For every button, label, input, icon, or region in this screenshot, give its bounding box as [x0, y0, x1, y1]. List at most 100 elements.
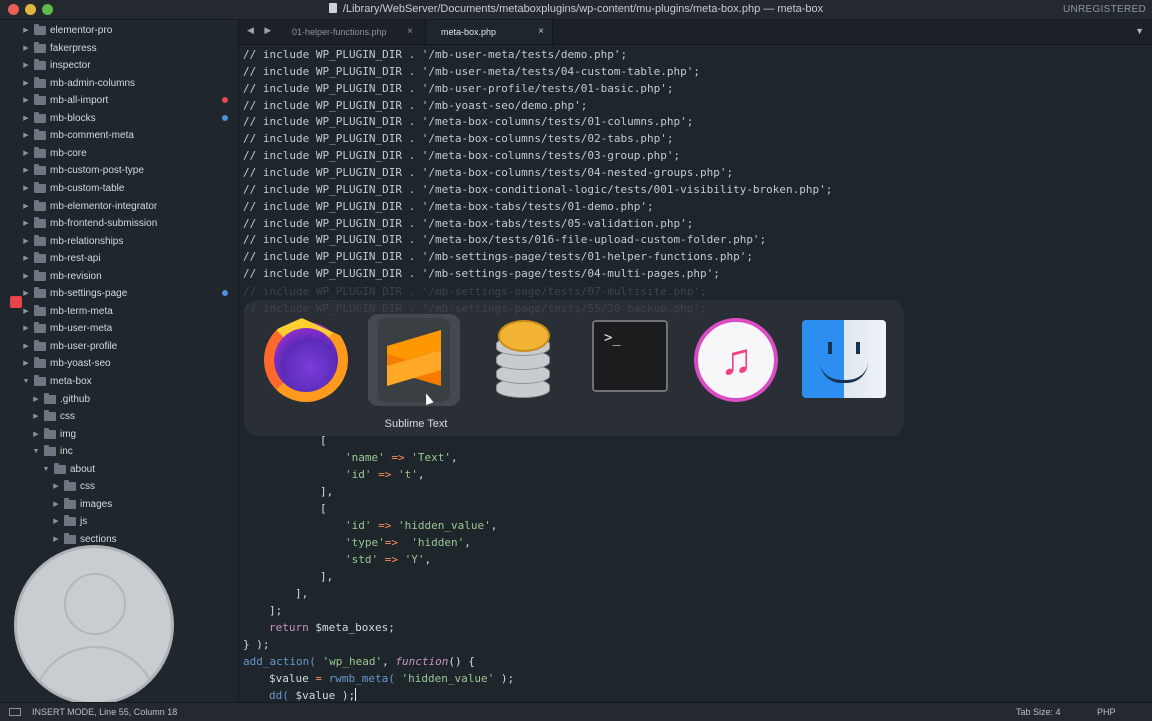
chevron-right-icon[interactable]: ▶: [22, 145, 30, 162]
sidebar-item[interactable]: ▶ mb-all-import: [0, 92, 238, 109]
sidebar-item[interactable]: ▶ mb-term-meta: [0, 303, 238, 320]
chevron-right-icon[interactable]: ▶: [22, 268, 30, 285]
chevron-right-icon[interactable]: ▶: [22, 250, 30, 267]
folder-icon: [34, 24, 46, 35]
chevron-right-icon[interactable]: ▶: [22, 127, 30, 144]
sidebar-item[interactable]: ▶ mb-core: [0, 145, 238, 162]
folder-icon: [34, 76, 46, 88]
tab-dropdown-icon[interactable]: ▼: [1135, 26, 1144, 36]
sidebar-item[interactable]: ▶ mb-custom-table: [0, 180, 238, 197]
chevron-right-icon[interactable]: ▶: [22, 92, 30, 109]
chevron-down-icon[interactable]: ▼: [22, 373, 30, 390]
finder-icon[interactable]: [794, 314, 886, 406]
chevron-right-icon[interactable]: ▶: [32, 391, 40, 408]
sidebar-item[interactable]: ▶ img: [0, 426, 238, 443]
sidebar-item[interactable]: ▶ mb-comment-meta: [0, 127, 238, 144]
sidebar-item[interactable]: ▶ mb-yoast-seo: [0, 355, 238, 372]
code-line: dd( $value );: [269, 688, 357, 702]
sidebar-item[interactable]: ▶ mb-rest-api: [0, 250, 238, 267]
sidebar-item[interactable]: ▶ mb-user-meta: [0, 320, 238, 337]
terminal-icon[interactable]: >_: [584, 314, 676, 406]
sidebar-item[interactable]: ▶ images: [0, 496, 238, 513]
sidebar-item[interactable]: ▶ css: [0, 478, 238, 495]
sidebar-item[interactable]: ▶ js: [0, 513, 238, 530]
sidebar-item[interactable]: ▶ mb-frontend-submission: [0, 215, 238, 232]
code-line: // include WP_PLUGIN_DIR . '/mb-user-pro…: [243, 81, 674, 95]
chevron-right-icon[interactable]: ▶: [52, 496, 60, 513]
code-line: // include WP_PLUGIN_DIR . '/mb-yoast-se…: [243, 98, 588, 112]
sidebar-item[interactable]: ▶ elementor-pro: [0, 22, 238, 39]
chevron-right-icon[interactable]: ▶: [22, 198, 30, 215]
folder-icon: [34, 199, 46, 211]
sidebar-item[interactable]: ▶ mb-custom-post-type: [0, 162, 238, 179]
text-caret: [355, 688, 357, 701]
chevron-right-icon[interactable]: ▶: [22, 355, 30, 372]
chevron-right-icon[interactable]: ▶: [22, 338, 30, 355]
chevron-right-icon[interactable]: ▶: [22, 22, 30, 39]
sidebar-item[interactable]: ▼ inc: [0, 443, 238, 460]
sidebar-item[interactable]: ▼ meta-box: [0, 373, 238, 390]
chevron-right-icon[interactable]: ▶: [52, 478, 60, 495]
folder-icon: [34, 375, 46, 386]
sidebar-item-label: elementor-pro: [50, 25, 113, 36]
sidebar-item[interactable]: ▶ mb-revision: [0, 268, 238, 285]
chevron-right-icon[interactable]: ▶: [22, 40, 30, 57]
sidebar-item-label: mb-yoast-seo: [50, 358, 111, 370]
sidebar-item-label: js: [80, 516, 88, 528]
chevron-right-icon[interactable]: ▶: [22, 233, 30, 250]
sidebar-item[interactable]: ▶ css: [0, 408, 238, 425]
sidebar-item[interactable]: ▶ mb-blocks: [0, 110, 238, 127]
sidebar-item[interactable]: ▶ .github: [0, 391, 238, 408]
folder-icon: [34, 322, 46, 334]
tab-close-icon[interactable]: ×: [538, 20, 544, 44]
chevron-right-icon[interactable]: ▶: [22, 320, 30, 337]
sidebar-item[interactable]: ▶ mb-admin-columns: [0, 75, 238, 92]
chevron-right-icon[interactable]: ▶: [22, 285, 30, 302]
code-line: ];: [269, 604, 283, 617]
music-icon[interactable]: ♫: [688, 314, 780, 406]
panel-toggle-icon[interactable]: [9, 708, 21, 716]
tab-helper-functions[interactable]: 01-helper-functions.php ×: [279, 20, 421, 44]
sidebar-item[interactable]: ▶ mb-elementor-integrator: [0, 198, 238, 215]
chevron-right-icon[interactable]: ▶: [22, 162, 30, 179]
sidebar-item[interactable]: ▶ sections: [0, 531, 238, 548]
title-bar: /Library/WebServer/Documents/metaboxplug…: [0, 0, 1152, 20]
chevron-right-icon[interactable]: ▶: [22, 57, 30, 74]
tab-size[interactable]: Tab Size: 4: [1016, 703, 1061, 721]
chevron-down-icon[interactable]: ▼: [32, 443, 40, 460]
chevron-right-icon[interactable]: ▶: [52, 531, 60, 548]
sidebar-item[interactable]: ▶ inspector: [0, 57, 238, 74]
tab-nav-arrows[interactable]: ◀ ▶: [247, 25, 275, 36]
sidebar-item[interactable]: ▶ mb-relationships: [0, 233, 238, 250]
webcam-avatar: [14, 545, 174, 705]
chevron-right-icon[interactable]: ▶: [32, 426, 40, 443]
code-line: $value = rwmb_meta( 'hidden_value' );: [269, 672, 515, 685]
chevron-right-icon[interactable]: ▶: [22, 303, 30, 320]
firefox-icon[interactable]: [260, 314, 352, 406]
code-line: add_action( 'wp_head', function() {: [243, 655, 475, 668]
chevron-right-icon[interactable]: ▶: [52, 513, 60, 530]
sublime-text-icon[interactable]: [368, 314, 460, 406]
code-line: // include WP_PLUGIN_DIR . '/meta-box-co…: [243, 182, 833, 196]
code-line: ],: [320, 570, 334, 583]
folder-icon: [44, 445, 56, 457]
chevron-down-icon[interactable]: ▼: [42, 461, 50, 478]
chevron-right-icon[interactable]: ▶: [22, 75, 30, 92]
sidebar-item-label: fakerpress: [50, 42, 97, 54]
sidebar-item-label: mb-relationships: [50, 235, 124, 247]
sidebar-item[interactable]: ▶ mb-settings-page: [0, 285, 238, 302]
chevron-right-icon[interactable]: ▶: [22, 180, 30, 197]
sidebar-item[interactable]: ▼ about: [0, 461, 238, 478]
chevron-right-icon[interactable]: ▶: [22, 215, 30, 232]
chevron-right-icon[interactable]: ▶: [32, 408, 40, 425]
tab-meta-box[interactable]: meta-box.php ×: [425, 20, 553, 44]
syntax-language[interactable]: PHP: [1097, 703, 1116, 721]
tab-close-icon[interactable]: ×: [407, 20, 413, 44]
sequel-pro-icon[interactable]: [476, 314, 568, 406]
folder-icon: [34, 129, 46, 141]
sidebar-item[interactable]: ▶ fakerpress: [0, 40, 238, 57]
sidebar-item[interactable]: ▶ mb-user-profile: [0, 338, 238, 355]
folder-icon: [64, 480, 76, 492]
chevron-right-icon[interactable]: ▶: [22, 110, 30, 127]
sidebar-item-label: mb-user-meta: [50, 323, 113, 335]
